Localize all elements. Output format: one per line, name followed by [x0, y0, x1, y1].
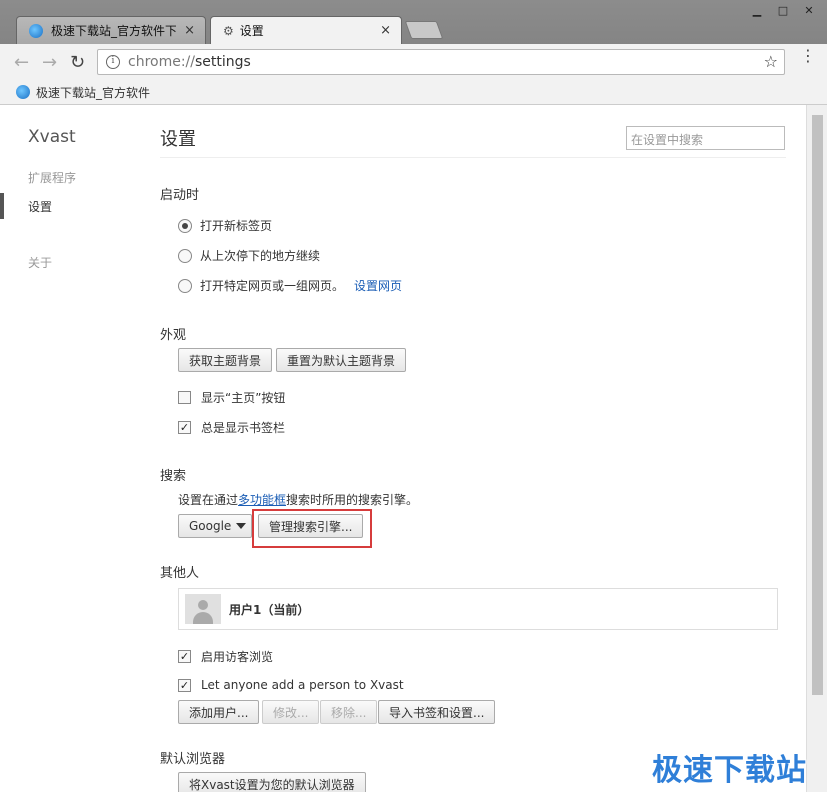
radio-continue[interactable]: 从上次停下的地方继续 [178, 247, 320, 264]
window-controls: ▁ □ ✕ [745, 2, 821, 18]
site-favicon-icon [16, 85, 30, 99]
search-note: 设置在通过多功能框搜索时所用的搜索引擎。 [178, 491, 418, 508]
user-name: 用户1（当前） [229, 602, 310, 617]
sidebar-item-about[interactable]: 关于 [28, 254, 52, 271]
section-title-appearance: 外观 [160, 328, 187, 343]
radio-specific-pages[interactable]: 打开特定网页或一组网页。 设置网页 [178, 277, 402, 294]
url-scheme: chrome:// [128, 54, 195, 70]
bookmarks-bar: 极速下载站_官方软件 [0, 80, 827, 105]
page-title: 设置 [160, 129, 196, 150]
add-user-button[interactable]: 添加用户... [178, 700, 260, 724]
info-icon[interactable]: i [106, 55, 120, 69]
note-text: 搜索时所用的搜索引擎。 [286, 493, 419, 507]
maximize-button[interactable]: □ [771, 2, 795, 18]
watermark-logo: 极速下载站 [652, 753, 807, 788]
highlight-box [252, 509, 372, 548]
dropdown-arrow-icon [236, 523, 246, 529]
checkbox-label: Let anyone add a person to Xvast [201, 678, 404, 692]
edit-user-button[interactable]: 修改... [262, 700, 320, 724]
note-text: 设置在通过 [178, 493, 239, 507]
reset-theme-button[interactable]: 重置为默认主题背景 [276, 348, 407, 372]
section-title-default-browser: 默认浏览器 [160, 752, 226, 767]
checkbox-icon [178, 391, 191, 404]
menu-icon[interactable]: ⋮ [800, 48, 816, 64]
checkbox-label: 启用访客浏览 [201, 650, 274, 664]
radio-label: 从上次停下的地方继续 [200, 249, 321, 263]
minimize-button[interactable]: ▁ [745, 2, 769, 18]
bookmark-item[interactable]: 极速下载站_官方软件 [36, 84, 150, 101]
divider [160, 157, 786, 158]
tab-label: 极速下载站_官方软件下载 [51, 24, 177, 38]
remove-user-button[interactable]: 移除... [320, 700, 378, 724]
radio-icon [178, 248, 192, 263]
checkmark-icon: ✓ [178, 678, 191, 692]
tab-settings[interactable]: ⚙ 设置 × [210, 16, 402, 44]
radio-new-tab[interactable]: 打开新标签页 [178, 217, 272, 234]
checkbox-label: 总是显示书签栏 [201, 421, 286, 435]
set-default-browser-button[interactable]: 将Xvast设置为您的默认浏览器 [178, 772, 366, 792]
avatar [185, 594, 221, 624]
star-icon[interactable]: ☆ [764, 52, 778, 71]
checkbox-home-button[interactable]: 显示“主页”按钮 [178, 389, 285, 406]
section-title-people: 其他人 [160, 566, 200, 581]
radio-icon [178, 278, 192, 293]
sidebar-item-extensions[interactable]: 扩展程序 [28, 169, 76, 186]
section-title-startup: 启动时 [160, 188, 200, 203]
checkbox-bookmarks-bar[interactable]: ✓ 总是显示书签栏 [178, 419, 285, 436]
omnibox-link[interactable]: 多功能框 [238, 493, 286, 507]
scrollbar-thumb[interactable] [812, 115, 823, 695]
get-themes-button[interactable]: 获取主题背景 [178, 348, 273, 372]
forward-icon[interactable]: → [42, 52, 57, 73]
settings-page: Xvast 扩展程序 设置 关于 设置 在设置中搜索 启动时 打开新标签页 从上… [0, 105, 806, 792]
brand-title: Xvast [28, 127, 76, 147]
tab-close-icon[interactable]: × [184, 23, 195, 38]
title-bar: ▁ □ ✕ 极速下载站_官方软件下载 × ⚙ 设置 × [0, 0, 827, 44]
checkbox-guest[interactable]: ✓ 启用访客浏览 [178, 648, 273, 665]
browser-frame: ▁ □ ✕ 极速下载站_官方软件下载 × ⚙ 设置 × ← → ↻ i chro… [0, 0, 827, 105]
checkmark-icon: ✓ [178, 421, 191, 434]
back-icon[interactable]: ← [14, 52, 29, 73]
radio-label: 打开特定网页或一组网页。 [200, 279, 345, 293]
tab-label: 设置 [239, 24, 264, 38]
radio-label: 打开新标签页 [200, 219, 273, 233]
set-pages-link[interactable]: 设置网页 [354, 277, 402, 294]
checkmark-icon: ✓ [178, 650, 191, 663]
checkbox-label: 显示“主页”按钮 [201, 391, 286, 405]
checkbox-add-person[interactable]: ✓ Let anyone add a person to Xvast [178, 678, 404, 692]
reload-icon[interactable]: ↻ [70, 52, 85, 73]
section-title-search: 搜索 [160, 469, 187, 484]
sidebar-selection-indicator [0, 193, 4, 219]
scrollbar[interactable] [806, 105, 827, 792]
tab-download-site[interactable]: 极速下载站_官方软件下载 × [16, 16, 206, 44]
search-engine-select[interactable]: Google [178, 514, 252, 538]
site-favicon-icon [29, 23, 43, 38]
user-list[interactable]: 用户1（当前） [178, 588, 778, 630]
tab-close-icon[interactable]: × [380, 23, 391, 38]
settings-search-input[interactable]: 在设置中搜索 [626, 126, 785, 150]
sidebar-item-settings[interactable]: 设置 [28, 198, 52, 215]
new-tab-button[interactable] [404, 21, 444, 39]
import-bookmarks-button[interactable]: 导入书签和设置... [378, 700, 496, 724]
gear-icon: ⚙ [223, 23, 234, 38]
url-path: settings [195, 54, 251, 70]
radio-icon [178, 218, 192, 233]
address-bar[interactable]: i chrome:// settings ☆ [97, 49, 785, 75]
close-window-button[interactable]: ✕ [797, 2, 821, 18]
select-value: Google [189, 519, 232, 533]
